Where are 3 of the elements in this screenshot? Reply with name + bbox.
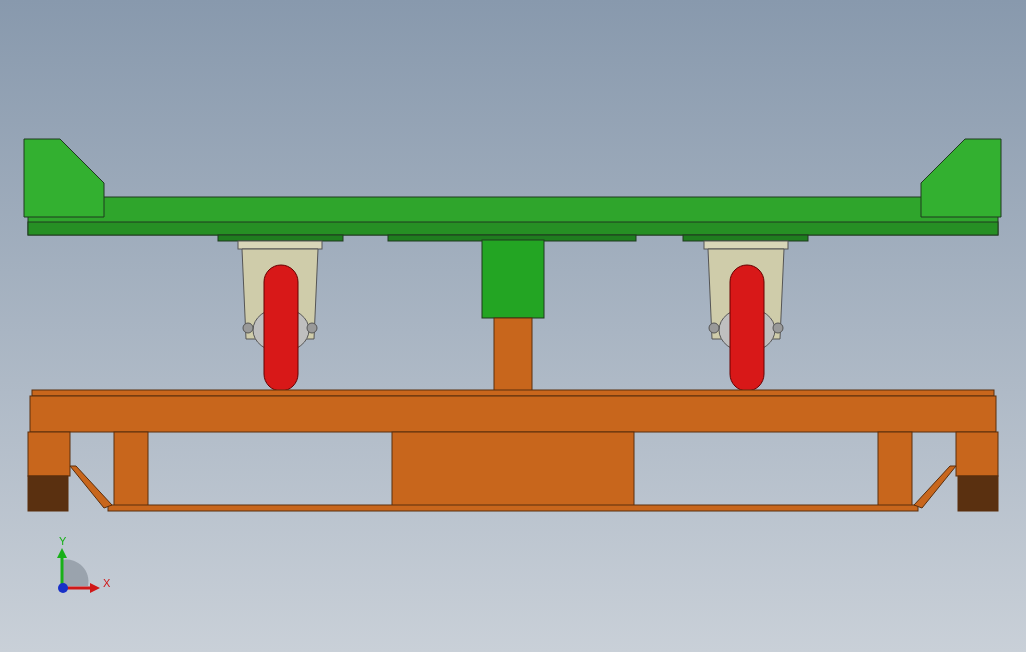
axis-label: Y xyxy=(59,535,67,547)
axis-triad-icon xyxy=(57,548,100,593)
axis-label: X xyxy=(103,577,111,589)
